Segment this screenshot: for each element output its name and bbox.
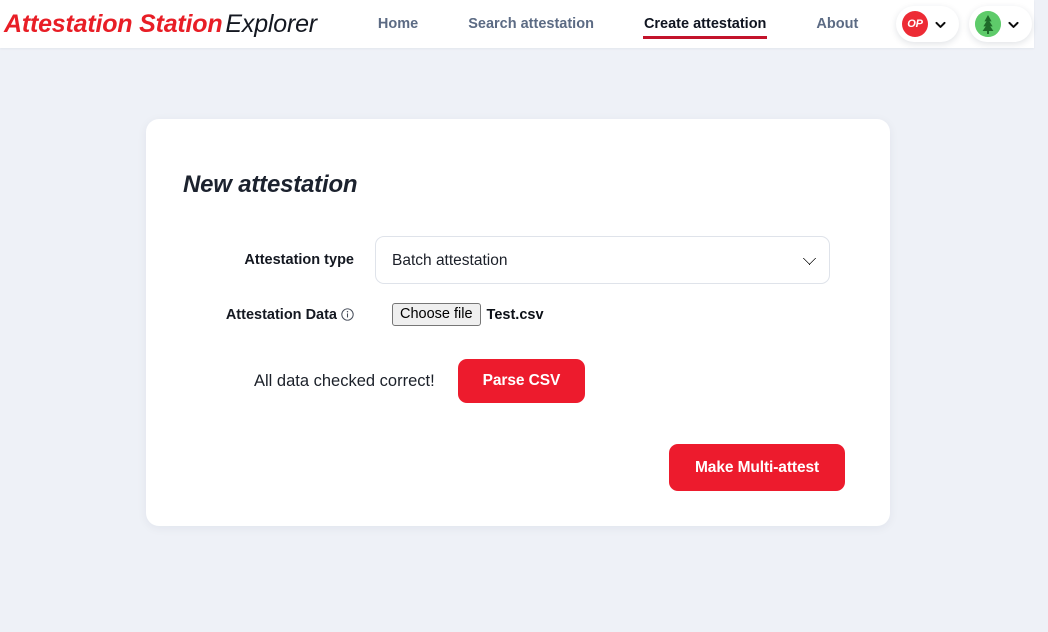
page-title: New attestation [183, 171, 358, 198]
parse-row: All data checked correct! Parse CSV [146, 359, 890, 403]
selected-file-name: Test.csv [486, 306, 544, 323]
tree-avatar-icon [975, 11, 1001, 37]
network-selector-button[interactable]: OP [896, 6, 959, 42]
info-circle-icon[interactable] [341, 308, 354, 321]
header-actions: OP [896, 0, 1032, 48]
attestation-type-label: Attestation type [244, 252, 354, 268]
parse-csv-button[interactable]: Parse CSV [457, 359, 586, 403]
nav-item-home[interactable]: Home [378, 0, 418, 48]
brand-secondary: Explorer [225, 9, 317, 38]
optimism-network-icon: OP [902, 11, 928, 37]
chevron-down-icon [1007, 18, 1020, 31]
brand-logo[interactable]: Attestation Station Explorer [0, 10, 317, 39]
file-input-group[interactable]: Choose file Test.csv [392, 303, 544, 326]
attestation-data-label: Attestation Data [225, 306, 337, 323]
nav-item-create-attestation[interactable]: Create attestation [642, 0, 768, 48]
attestation-data-row: Attestation Data Choose file Test.csv [146, 303, 890, 326]
main-nav: Home Search attestation Create attestati… [353, 0, 883, 48]
attestation-type-select[interactable]: Batch attestation [375, 236, 830, 284]
attestation-data-label-group: Attestation Data [146, 307, 375, 323]
choose-file-button[interactable]: Choose file [392, 303, 481, 326]
make-multi-attest-button[interactable]: Make Multi-attest [669, 444, 846, 491]
nav-item-search-attestation[interactable]: Search attestation [468, 0, 594, 48]
parse-status-text: All data checked correct! [254, 371, 435, 390]
attestation-type-row: Attestation type Batch attestation [146, 236, 890, 284]
account-selector-button[interactable] [969, 6, 1032, 42]
new-attestation-card: New attestation Attestation type Batch a… [146, 119, 890, 526]
nav-item-about[interactable]: About [816, 0, 858, 48]
app-header: Attestation Station Explorer Home Search … [0, 0, 1034, 48]
chevron-down-icon [934, 18, 947, 31]
brand-primary: Attestation Station [4, 9, 223, 38]
